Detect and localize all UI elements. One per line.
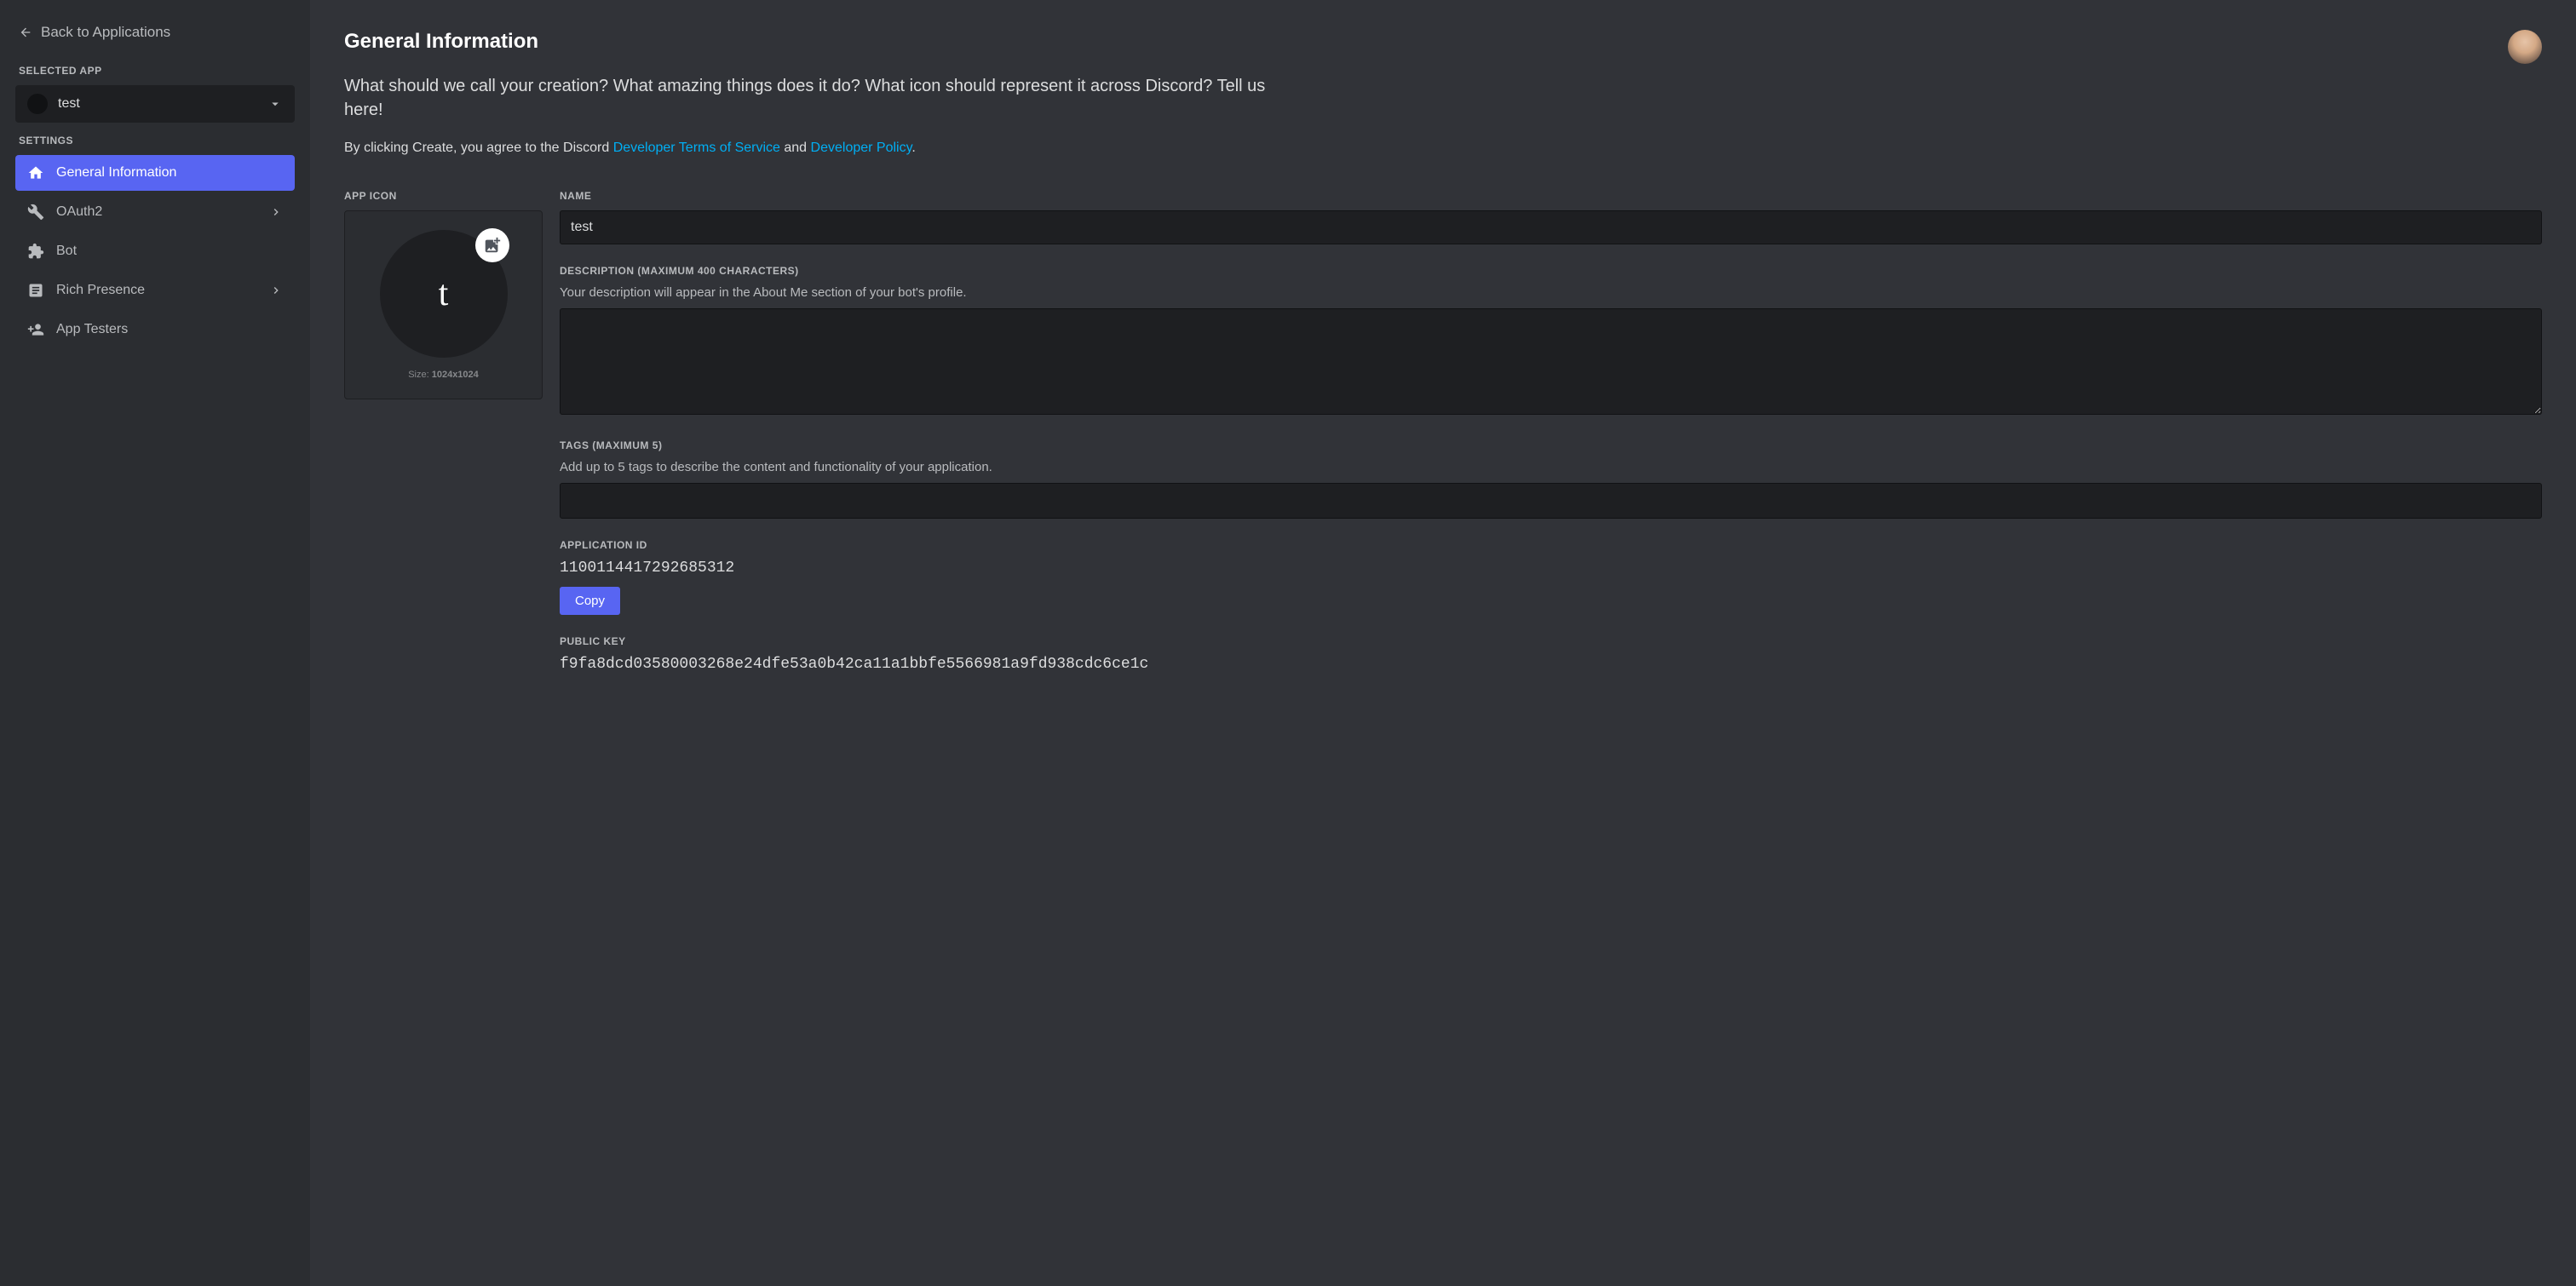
size-value: 1024x1024 [432, 370, 479, 380]
developer-policy-link[interactable]: Developer Policy [811, 141, 912, 155]
terms-prefix: By clicking Create, you agree to the Dis… [344, 141, 613, 155]
size-prefix: Size: [408, 370, 432, 380]
tags-input[interactable] [560, 483, 2542, 519]
app-icon-letter: t [439, 273, 449, 314]
name-group: NAME [560, 190, 2542, 244]
chevron-down-icon [267, 96, 283, 112]
app-id-value: 1100114417292685312 [560, 560, 2542, 577]
nav-label: OAuth2 [56, 204, 102, 220]
nav-label: General Information [56, 165, 176, 181]
back-label: Back to Applications [41, 24, 170, 41]
home-icon [27, 164, 44, 181]
public-key-label: PUBLIC KEY [560, 635, 2542, 647]
app-selector-dropdown[interactable]: test [15, 85, 295, 123]
image-add-icon [483, 236, 502, 255]
document-icon [27, 282, 44, 299]
public-key-group: PUBLIC KEY f9fa8dcd03580003268e24dfe53a0… [560, 635, 2542, 673]
description-input[interactable] [560, 308, 2542, 415]
name-input[interactable] [560, 210, 2542, 244]
chevron-right-icon [269, 205, 283, 219]
main-content: General Information What should we call … [310, 0, 2576, 1286]
arrow-left-icon [19, 26, 32, 39]
main-header: General Information [344, 30, 2542, 74]
app-id-group: APPLICATION ID 1100114417292685312 Copy [560, 539, 2542, 615]
terms-suffix: . [911, 141, 915, 155]
app-id-label: APPLICATION ID [560, 539, 2542, 551]
tags-label: TAGS (MAXIMUM 5) [560, 439, 2542, 451]
nav-general-information[interactable]: General Information [15, 155, 295, 191]
form-fields: NAME DESCRIPTION (MAXIMUM 400 CHARACTERS… [560, 190, 2542, 693]
selected-app-name: test [58, 96, 257, 112]
user-avatar[interactable] [2508, 30, 2542, 64]
back-to-applications-link[interactable]: Back to Applications [15, 17, 295, 53]
tags-group: TAGS (MAXIMUM 5) Add up to 5 tags to des… [560, 439, 2542, 519]
tags-hint: Add up to 5 tags to describe the content… [560, 460, 2542, 474]
selected-app-label: SELECTED APP [15, 65, 295, 77]
nav-bot[interactable]: Bot [15, 233, 295, 269]
app-icon-small [27, 94, 48, 114]
app-icon-label: APP ICON [344, 190, 543, 202]
settings-label: SETTINGS [15, 135, 295, 146]
upload-badge[interactable] [475, 228, 509, 262]
description-hint: Your description will appear in the Abou… [560, 285, 2542, 300]
puzzle-icon [27, 243, 44, 260]
nav-app-testers[interactable]: App Testers [15, 312, 295, 347]
nav-label: Bot [56, 244, 77, 259]
copy-app-id-button[interactable]: Copy [560, 587, 620, 615]
name-label: NAME [560, 190, 2542, 202]
nav-rich-presence[interactable]: Rich Presence [15, 273, 295, 308]
app-icon-section: APP ICON t Size: 1024x1024 [344, 190, 543, 399]
app-icon-preview: t [380, 230, 508, 358]
chevron-right-icon [269, 284, 283, 297]
description-label: DESCRIPTION (MAXIMUM 400 CHARACTERS) [560, 265, 2542, 277]
terms-text: By clicking Create, you agree to the Dis… [344, 141, 2542, 156]
sidebar: Back to Applications SELECTED APP test S… [0, 0, 310, 1286]
nav-oauth2[interactable]: OAuth2 [15, 194, 295, 230]
person-add-icon [27, 321, 44, 338]
nav-label: App Testers [56, 322, 128, 337]
terms-mid: and [780, 141, 811, 155]
app-icon-upload-box[interactable]: t Size: 1024x1024 [344, 210, 543, 399]
wrench-icon [27, 204, 44, 221]
form-row: APP ICON t Size: 1024x1024 NAME DESCR [344, 190, 2542, 693]
page-title: General Information [344, 30, 538, 54]
nav-list: General Information OAuth2 Bot Rich Pres… [15, 155, 295, 347]
nav-label: Rich Presence [56, 283, 145, 298]
public-key-value: f9fa8dcd03580003268e24dfe53a0b42ca11a1bb… [560, 656, 2542, 673]
page-subtitle: What should we call your creation? What … [344, 74, 1290, 122]
description-group: DESCRIPTION (MAXIMUM 400 CHARACTERS) You… [560, 265, 2542, 419]
size-text: Size: 1024x1024 [408, 370, 479, 380]
developer-tos-link[interactable]: Developer Terms of Service [613, 141, 780, 155]
